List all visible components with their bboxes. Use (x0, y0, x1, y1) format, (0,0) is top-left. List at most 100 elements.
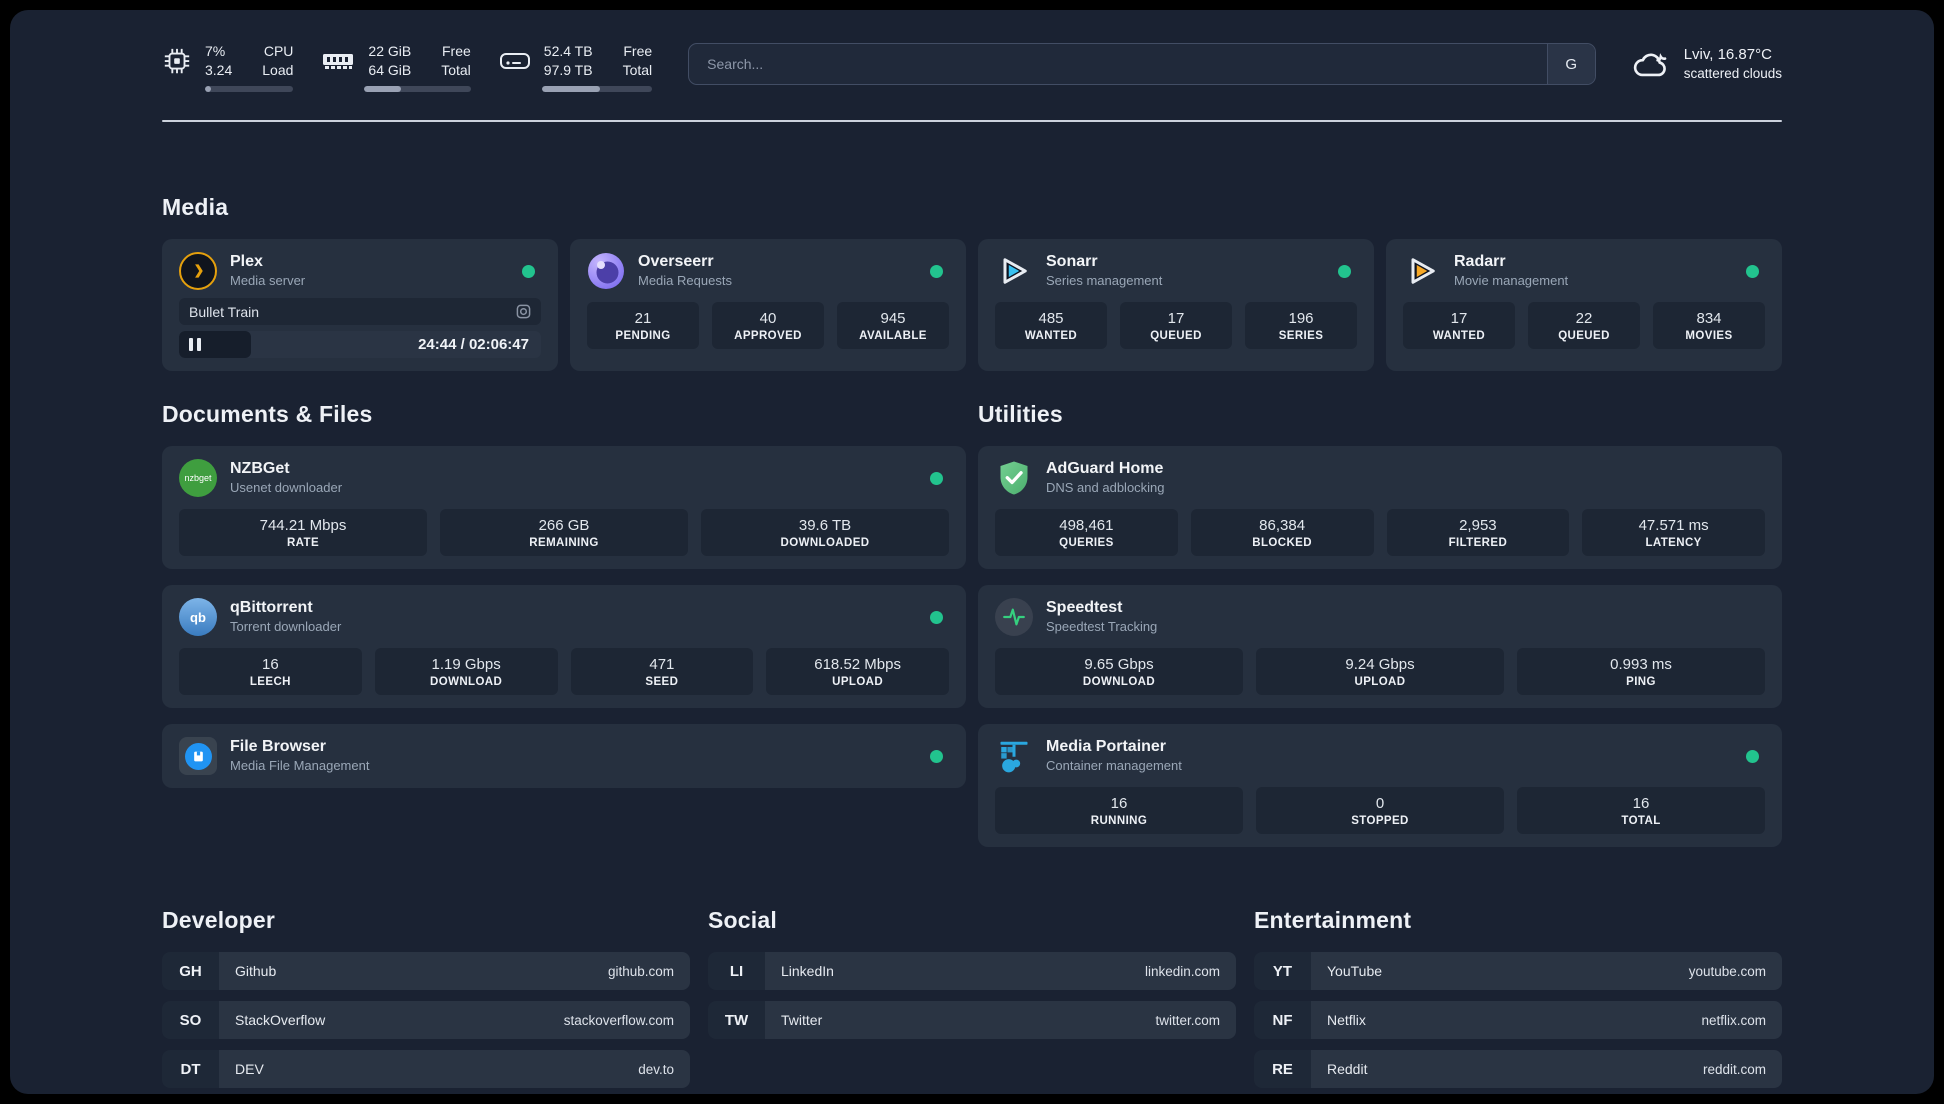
app-card-adguard[interactable]: AdGuard Home DNS and adblocking 498,461 … (978, 446, 1782, 569)
status-indicator (1746, 749, 1759, 763)
bookmark-name: Twitter (781, 1012, 823, 1028)
search-input[interactable] (689, 44, 1547, 84)
status-indicator (1746, 264, 1759, 278)
playback-progress: 24:44 / 02:06:47 (179, 331, 541, 358)
storage-label-1: Free (623, 43, 653, 60)
weather-location-temp: Lviv, 16.87°C (1683, 46, 1772, 64)
stat-leech: 16 LEECH (179, 648, 362, 695)
app-name: AdGuard Home (1046, 460, 1164, 478)
bookmark-name: YouTube (1327, 963, 1383, 979)
app-name: Radarr (1454, 253, 1506, 271)
bookmark-abbr: RE (1254, 1050, 1311, 1088)
app-subtitle: Media server (230, 272, 306, 288)
stat-wanted: 17 WANTED (1403, 302, 1515, 349)
app-subtitle: Media Requests (638, 272, 732, 288)
stat-rate: 744.21 Mbps RATE (179, 509, 427, 556)
app-card-portainer[interactable]: Media Portainer Container management 16 … (978, 724, 1782, 847)
section-title-utilities: Utilities (978, 401, 1063, 427)
stat-pending: 21 PENDING (587, 302, 699, 349)
bookmark-abbr: YT (1254, 952, 1311, 990)
app-card-radarr[interactable]: Radarr Movie management 17 WANTED 22 QUE… (1386, 239, 1782, 371)
stat-upload: 618.52 Mbps UPLOAD (766, 648, 949, 695)
stat-wanted: 485 WANTED (995, 302, 1107, 349)
bookmark-dev[interactable]: DT DEV dev.to (162, 1050, 690, 1088)
cpu-usage: 7% (205, 43, 226, 60)
bookmark-url: twitter.com (1155, 1012, 1220, 1028)
sonarr-icon (995, 252, 1033, 290)
app-name: Overseerr (638, 253, 714, 271)
section-title-developer: Developer (162, 907, 276, 933)
bookmark-name: Reddit (1327, 1061, 1368, 1077)
memory-progress-bar (364, 85, 471, 92)
app-name: Speedtest (1046, 599, 1123, 617)
radarr-icon (1403, 252, 1441, 290)
dashboard: 7% 3.24 CPU Load 22 GiB 64 GiB Free Tota… (10, 10, 1934, 1094)
bookmark-url: github.com (607, 963, 674, 979)
status-indicator (1338, 264, 1351, 278)
storage-stat: 52.4 TB 97.9 TB Free Total (499, 42, 653, 92)
pause-button[interactable] (189, 338, 201, 351)
player-select-icon[interactable] (516, 304, 531, 319)
search-engine-button[interactable]: G (1546, 44, 1595, 84)
status-indicator (930, 749, 943, 763)
overseerr-icon (587, 252, 625, 290)
playback-time: 24:44 / 02:06:47 (418, 336, 529, 353)
adguard-icon (995, 459, 1033, 497)
bookmark-abbr: SO (162, 1001, 219, 1039)
cpu-icon (164, 48, 190, 74)
stat-series: 196 SERIES (1245, 302, 1357, 349)
app-name: qBittorrent (230, 599, 313, 617)
status-indicator (930, 610, 943, 624)
now-playing-title: Bullet Train (189, 303, 260, 320)
bookmark-linkedin[interactable]: LI LinkedIn linkedin.com (708, 952, 1236, 990)
stat-blocked: 86,384 BLOCKED (1190, 509, 1374, 556)
top-bar: 7% 3.24 CPU Load 22 GiB 64 GiB Free Tota… (162, 40, 1782, 94)
status-indicator (930, 264, 943, 278)
bookmark-github[interactable]: GH Github github.com (162, 952, 690, 990)
cpu-load: 3.24 (205, 62, 233, 78)
app-card-filebrowser[interactable]: File Browser Media File Management (162, 724, 966, 788)
app-card-nzbget[interactable]: nzbget NZBGet Usenet downloader 744.21 M… (162, 446, 966, 569)
memory-label-1: Free (442, 43, 471, 60)
stat-download: 9.65 Gbps DOWNLOAD (995, 648, 1243, 695)
app-card-speedtest[interactable]: Speedtest Speedtest Tracking 9.65 Gbps D… (978, 585, 1782, 708)
app-subtitle: Media File Management (230, 757, 370, 773)
app-subtitle: DNS and adblocking (1046, 479, 1165, 495)
portainer-icon (995, 737, 1033, 775)
weather-widget: Lviv, 16.87°C scattered clouds (1632, 44, 1782, 84)
bookmark-abbr: DT (162, 1050, 219, 1088)
system-stats: 7% 3.24 CPU Load 22 GiB 64 GiB Free Tota… (162, 42, 653, 92)
memory-label-2: Total (441, 62, 471, 78)
storage-progress-bar (541, 85, 653, 92)
stat-total: 16 TOTAL (1517, 787, 1765, 834)
bookmark-twitter[interactable]: TW Twitter twitter.com (708, 1001, 1236, 1039)
memory-free: 22 GiB (368, 43, 412, 60)
bookmark-netflix[interactable]: NF Netflix netflix.com (1254, 1001, 1782, 1039)
app-subtitle: Torrent downloader (230, 618, 342, 634)
bookmark-url: netflix.com (1701, 1012, 1766, 1028)
app-subtitle: Movie management (1454, 272, 1569, 288)
app-card-qbittorrent[interactable]: qb qBittorrent Torrent downloader 16 LEE… (162, 585, 966, 708)
app-subtitle: Speedtest Tracking (1046, 618, 1158, 634)
bookmark-name: Netflix (1327, 1012, 1366, 1028)
app-card-plex[interactable]: Plex Media server Bullet Train 24:44 / 0… (162, 239, 558, 371)
weather-condition: scattered clouds (1683, 66, 1782, 82)
section-title-social: Social (708, 907, 777, 933)
speedtest-icon (995, 598, 1033, 636)
section-title-entertainment: Entertainment (1254, 907, 1412, 933)
bookmark-reddit[interactable]: RE Reddit reddit.com (1254, 1050, 1782, 1088)
stat-download: 1.19 Gbps DOWNLOAD (374, 648, 558, 695)
bookmark-youtube[interactable]: YT YouTube youtube.com (1254, 952, 1782, 990)
bookmark-url: reddit.com (1702, 1061, 1766, 1077)
bookmark-abbr: TW (708, 1001, 765, 1039)
memory-total: 64 GiB (368, 62, 412, 78)
stat-queued: 22 QUEUED (1528, 302, 1640, 349)
stat-approved: 40 APPROVED (712, 302, 824, 349)
bookmark-name: DEV (235, 1061, 264, 1077)
bookmark-name: StackOverflow (235, 1012, 326, 1028)
app-card-overseerr[interactable]: Overseerr Media Requests 21 PENDING 40 A… (570, 239, 966, 371)
stat-ping: 0.993 ms PING (1517, 648, 1765, 695)
bookmark-stackoverflow[interactable]: SO StackOverflow stackoverflow.com (162, 1001, 690, 1039)
app-card-sonarr[interactable]: Sonarr Series management 485 WANTED 17 Q… (978, 239, 1374, 371)
storage-free: 52.4 TB (543, 43, 593, 60)
